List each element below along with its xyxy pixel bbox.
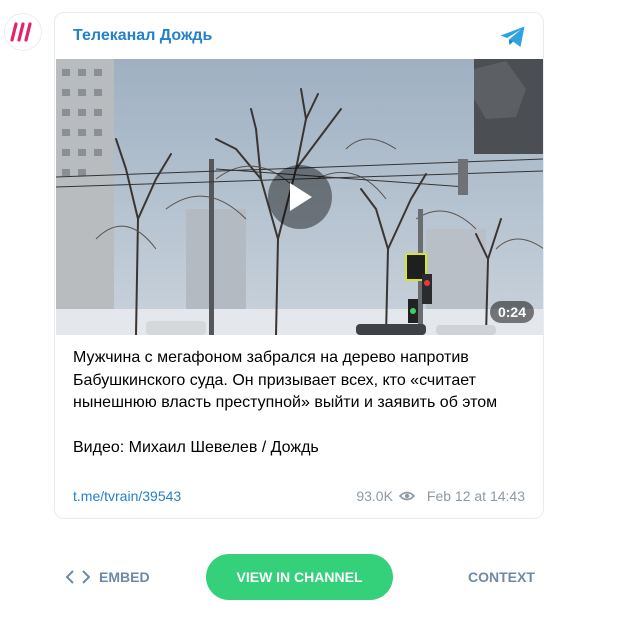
post-date[interactable]: Feb 12 at 14:43 [427,488,525,504]
play-icon [290,183,312,211]
post-meta: t.me/tvrain/39543 93.0K Feb 12 at 14:43 [73,488,525,508]
embed-label: EMBED [99,569,150,585]
embed-button[interactable]: EMBED [66,569,150,585]
post-caption: Видео: Михаил Шевелев / Дождь [73,438,319,456]
action-bar: EMBED VIEW IN CHANNEL CONTEXT [0,554,620,600]
post-card: Телеканал Дождь 0:24 Мужчина с мегафоном… [54,12,544,519]
code-icon [66,570,90,584]
eye-icon [398,491,415,501]
post-text-block: Мужчина с мегафоном забрался на дерево н… [73,347,529,459]
play-button[interactable] [268,165,332,229]
video-duration: 0:24 [489,301,534,323]
channel-avatar[interactable] [4,13,42,51]
channel-name[interactable]: Телеканал Дождь [73,27,212,45]
view-in-channel-button[interactable]: VIEW IN CHANNEL [206,554,393,600]
post-link[interactable]: t.me/tvrain/39543 [73,488,181,504]
view-count: 93.0K [356,488,393,504]
context-button[interactable]: CONTEXT [468,569,535,585]
dozhd-logo-icon [10,22,32,42]
telegram-icon[interactable] [499,25,527,54]
post-text: Мужчина с мегафоном забрался на дерево н… [73,349,498,411]
video-player[interactable]: 0:24 [56,59,543,335]
post-stats: 93.0K Feb 12 at 14:43 [356,488,525,504]
